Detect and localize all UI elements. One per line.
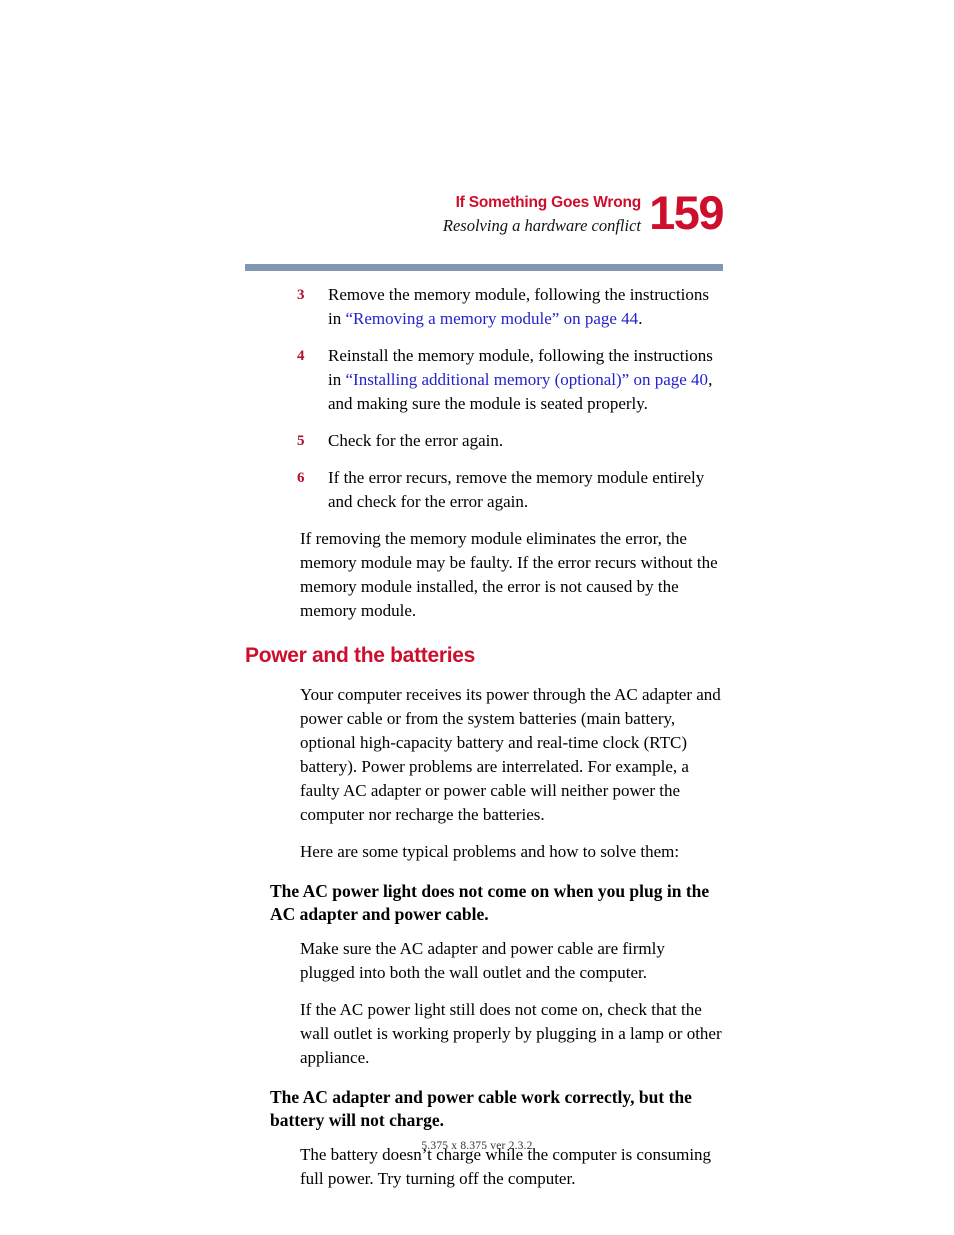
header-titles: If Something Goes Wrong Resolving a hard… (311, 193, 641, 237)
problem-subheading: The AC power light does not come on when… (270, 881, 710, 924)
step-number: 3 (297, 287, 305, 303)
power-leadin-paragraph: Here are some typical problems and how t… (300, 842, 680, 861)
section-subtitle: Resolving a hardware conflict (442, 216, 641, 235)
document-page: If Something Goes Wrong Resolving a hard… (0, 0, 954, 1235)
step-number: 4 (297, 348, 305, 364)
cross-reference-link[interactable]: “Installing additional memory (optional)… (345, 370, 708, 389)
page-header: If Something Goes Wrong Resolving a hard… (245, 187, 725, 251)
list-item: 3 Remove the memory module, following th… (0, 283, 954, 331)
power-intro-paragraph: Your computer receives its power through… (300, 685, 721, 824)
step-text-suffix: . (638, 309, 643, 328)
chapter-title: If Something Goes Wrong (455, 194, 642, 211)
step-text: Check for the error again. (328, 431, 504, 450)
list-item: 4 Reinstall the memory module, following… (0, 344, 954, 416)
page-footer: 5.375 x 8.375 ver 2.3.2 (421, 1140, 533, 1152)
cross-reference-link[interactable]: “Removing a memory module” on page 44 (345, 309, 638, 328)
step-number: 5 (297, 433, 305, 449)
problem-paragraph: If the AC power light still does not com… (300, 1000, 722, 1067)
problem-subheading: The AC adapter and power cable work corr… (270, 1087, 692, 1130)
page-number: 159 (649, 186, 724, 239)
step-text: If the error recurs, remove the memory m… (328, 468, 705, 511)
header-divider-rule (245, 264, 723, 271)
problem-paragraph: Make sure the AC adapter and power cable… (300, 939, 665, 982)
step-number: 6 (297, 470, 305, 486)
step-text: Remove the memory module, following the … (328, 283, 722, 331)
step-text: Reinstall the memory module, following t… (328, 344, 722, 416)
list-item: 6 If the error recurs, remove the memory… (0, 466, 954, 514)
page-content: 3 Remove the memory module, following th… (0, 283, 954, 1204)
list-item: 5 Check for the error again. (0, 429, 954, 453)
memory-note-paragraph: If removing the memory module eliminates… (300, 529, 718, 620)
section-heading-power: Power and the batteries (245, 644, 475, 667)
